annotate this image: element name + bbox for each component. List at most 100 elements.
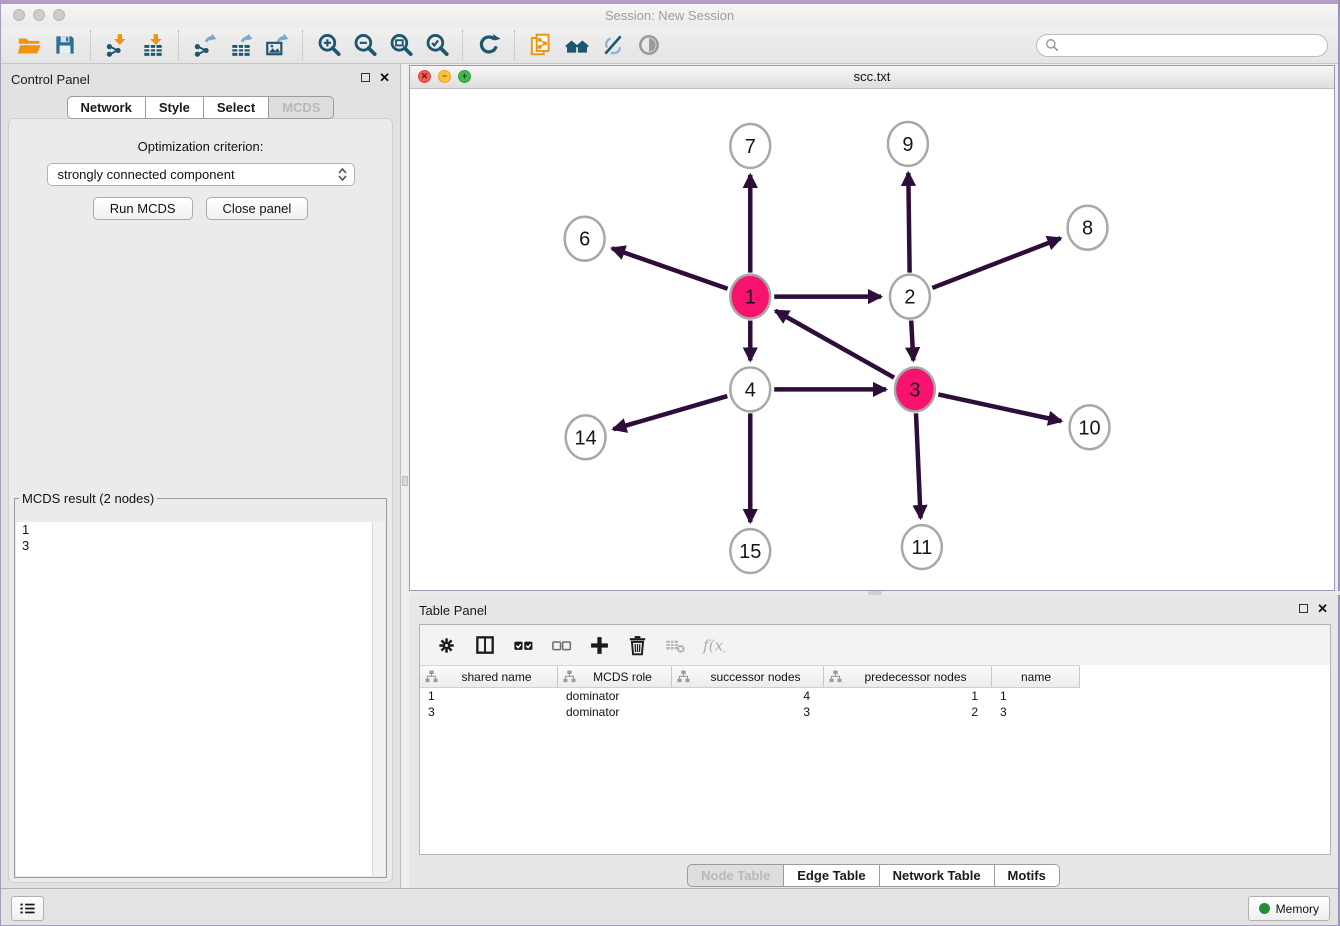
zoom-in-button[interactable]	[311, 30, 347, 60]
refresh-view-button[interactable]	[471, 30, 507, 60]
zoom-selected-button[interactable]	[419, 30, 455, 60]
cell-shared-name[interactable]: 1	[420, 688, 558, 704]
minimize-window-button[interactable]	[33, 9, 45, 21]
float-panel-icon[interactable]	[361, 73, 370, 82]
svg-text:15: 15	[739, 541, 761, 563]
tab-network-table[interactable]: Network Table	[880, 864, 995, 887]
open-session-button[interactable]	[11, 30, 47, 60]
edge-2-8[interactable]	[932, 238, 1060, 288]
close-window-button[interactable]	[13, 9, 25, 21]
edge-3-1[interactable]	[776, 311, 895, 378]
cell-predecessor-nodes[interactable]: 2	[824, 704, 992, 720]
node-2[interactable]: 2	[890, 275, 930, 319]
network-canvas[interactable]: 7 9 6 8 1 2 4 3 14 10 15 11	[410, 88, 1334, 590]
close-table-panel-icon[interactable]: ✕	[1317, 603, 1328, 614]
table-row[interactable]: 3dominator323	[420, 704, 1330, 720]
settings-button[interactable]	[428, 630, 466, 660]
result-scrollbar[interactable]	[372, 522, 385, 876]
cell-successor-nodes[interactable]: 4	[672, 688, 824, 704]
tab-mcds[interactable]: MCDS	[269, 96, 334, 119]
zoom-out-button[interactable]	[347, 30, 383, 60]
panel-splitter[interactable]	[401, 64, 409, 888]
tab-style[interactable]: Style	[146, 96, 204, 119]
edge-3-11[interactable]	[916, 413, 921, 518]
hide-graphics-details-button[interactable]	[595, 30, 631, 60]
hierarchy-icon	[829, 670, 842, 683]
search-input[interactable]	[1064, 37, 1319, 53]
edge-1-6[interactable]	[612, 248, 728, 288]
select-all-button[interactable]	[504, 630, 542, 660]
function-builder-icon: f(x)	[702, 634, 725, 657]
maximize-window-button[interactable]	[53, 9, 65, 21]
show-graphics-details-icon	[636, 32, 662, 58]
edge-4-14[interactable]	[613, 396, 727, 429]
export-image-button[interactable]	[259, 30, 295, 60]
cell-successor-nodes[interactable]: 3	[672, 704, 824, 720]
import-network-button[interactable]	[99, 30, 135, 60]
mcds-result-text[interactable]: 13	[16, 522, 385, 876]
table-row[interactable]: 1dominator411	[420, 688, 1330, 704]
node-15[interactable]: 15	[730, 529, 770, 573]
network-window-titlebar[interactable]: ✕ − + scc.txt	[410, 66, 1334, 89]
optimization-criterion-select[interactable]: strongly connected component	[47, 163, 355, 186]
node-8[interactable]: 8	[1068, 206, 1108, 250]
export-table-button[interactable]	[223, 30, 259, 60]
create-column-button[interactable]	[580, 630, 618, 660]
export-network-button[interactable]	[187, 30, 223, 60]
network-file-manager-button[interactable]	[523, 30, 559, 60]
cell-shared-name[interactable]: 3	[420, 704, 558, 720]
zoom-fit-icon	[388, 32, 414, 58]
cell-mcds-role[interactable]: dominator	[558, 688, 672, 704]
node-1[interactable]: 1	[730, 275, 770, 319]
column-header-predecessor-nodes[interactable]: predecessor nodes	[824, 666, 992, 687]
column-header-successor-nodes[interactable]: successor nodes	[672, 666, 824, 687]
delete-column-button[interactable]	[618, 630, 656, 660]
search-box[interactable]	[1036, 34, 1328, 57]
log-console-button[interactable]	[11, 896, 44, 921]
select-all-icon	[512, 634, 535, 657]
close-panel-icon[interactable]: ✕	[379, 72, 390, 83]
column-header-shared-name[interactable]: shared name	[420, 666, 558, 687]
splitter-grip[interactable]	[402, 476, 408, 486]
tab-motifs[interactable]: Motifs	[995, 864, 1060, 887]
memory-button[interactable]: Memory	[1248, 896, 1330, 921]
run-mcds-button[interactable]: Run MCDS	[93, 197, 193, 220]
edge-2-9[interactable]	[908, 173, 909, 273]
node-7[interactable]: 7	[730, 124, 770, 168]
zoom-fit-button[interactable]	[383, 30, 419, 60]
cell-name[interactable]: 1	[992, 688, 1080, 704]
minimize-view-button[interactable]: −	[438, 70, 451, 83]
save-session-button[interactable]	[47, 30, 83, 60]
node-9[interactable]: 9	[888, 122, 928, 166]
svg-text:4: 4	[745, 379, 756, 401]
import-table-button[interactable]	[135, 30, 171, 60]
node-3[interactable]: 3	[895, 367, 935, 411]
tab-network[interactable]: Network	[67, 96, 146, 119]
close-panel-button[interactable]: Close panel	[206, 197, 309, 220]
cell-predecessor-nodes[interactable]: 1	[824, 688, 992, 704]
deselect-all-button[interactable]	[542, 630, 580, 660]
cell-mcds-role[interactable]: dominator	[558, 704, 672, 720]
close-view-button[interactable]: ✕	[418, 70, 431, 83]
tab-edge-table[interactable]: Edge Table	[784, 864, 879, 887]
edge-3-10[interactable]	[938, 394, 1061, 421]
node-10[interactable]: 10	[1070, 405, 1110, 449]
edge-2-3[interactable]	[911, 321, 913, 361]
column-header-name[interactable]: name	[992, 666, 1080, 687]
tab-select[interactable]: Select	[204, 96, 269, 119]
show-graphics-details-button[interactable]	[631, 30, 667, 60]
float-table-panel-icon[interactable]	[1299, 604, 1308, 613]
network-window-controls: ✕ − +	[418, 70, 471, 83]
tab-node-table[interactable]: Node Table	[687, 864, 784, 887]
home-view-button[interactable]	[559, 30, 595, 60]
column-header-mcds-role[interactable]: MCDS role	[558, 666, 672, 687]
node-4[interactable]: 4	[730, 367, 770, 411]
node-14[interactable]: 14	[566, 415, 606, 459]
cell-name[interactable]: 3	[992, 704, 1080, 720]
maximize-view-button[interactable]: +	[458, 70, 471, 83]
hide-graphics-details-icon	[600, 32, 626, 58]
column-layout-button[interactable]	[466, 630, 504, 660]
node-11[interactable]: 11	[902, 525, 942, 569]
node-6[interactable]: 6	[565, 217, 605, 261]
window-titlebar[interactable]: Session: New Session	[1, 4, 1338, 27]
